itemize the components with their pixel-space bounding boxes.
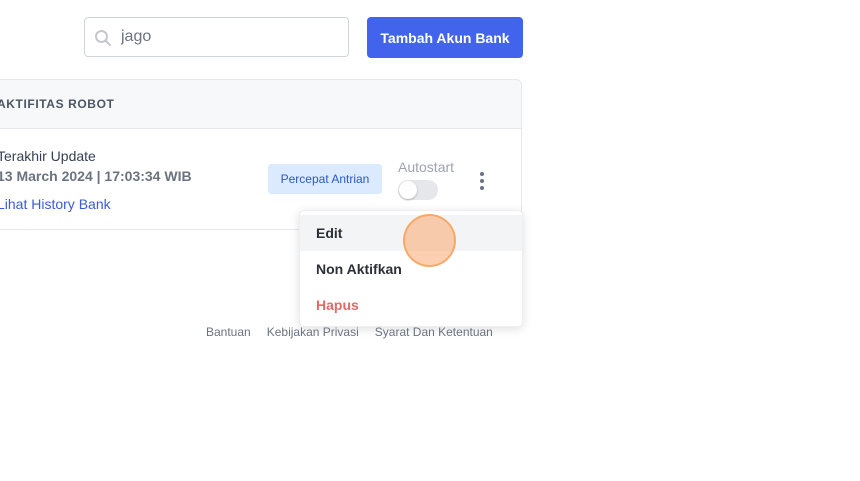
footer-link-terms[interactable]: Syarat Dan Ketentuan (375, 325, 493, 339)
queue-priority-badge[interactable]: Percepat Antrian (268, 164, 382, 194)
menu-item-deactivate[interactable]: Non Aktifkan (300, 251, 522, 287)
footer-link-privacy[interactable]: Kebijakan Privasi (267, 325, 359, 339)
footer-links: Bantuan Kebijakan Privasi Syarat Dan Ket… (206, 325, 493, 339)
last-update-label: Terakhir Update (0, 148, 96, 164)
autostart-toggle[interactable] (398, 180, 438, 200)
search-box[interactable] (84, 17, 349, 57)
menu-item-edit[interactable]: Edit (300, 215, 522, 251)
footer-link-help[interactable]: Bantuan (206, 325, 251, 339)
bank-history-link[interactable]: Lihat History Bank (0, 196, 111, 212)
add-bank-account-button[interactable]: Tambah Akun Bank (367, 17, 523, 58)
search-icon (94, 29, 112, 47)
more-options-icon[interactable] (475, 170, 489, 192)
toggle-knob (399, 181, 417, 199)
autostart-label: Autostart (398, 159, 455, 175)
search-input[interactable] (121, 18, 341, 56)
menu-item-delete[interactable]: Hapus (300, 287, 522, 323)
card-header: AKTIFITAS ROBOT (0, 80, 521, 129)
last-update-time: 13 March 2024 | 17:03:34 WIB (0, 168, 192, 184)
row-actions-menu: Edit Non Aktifkan Hapus (299, 210, 523, 327)
robot-activity-card: AKTIFITAS ROBOT Terakhir Update 13 March… (0, 79, 522, 230)
